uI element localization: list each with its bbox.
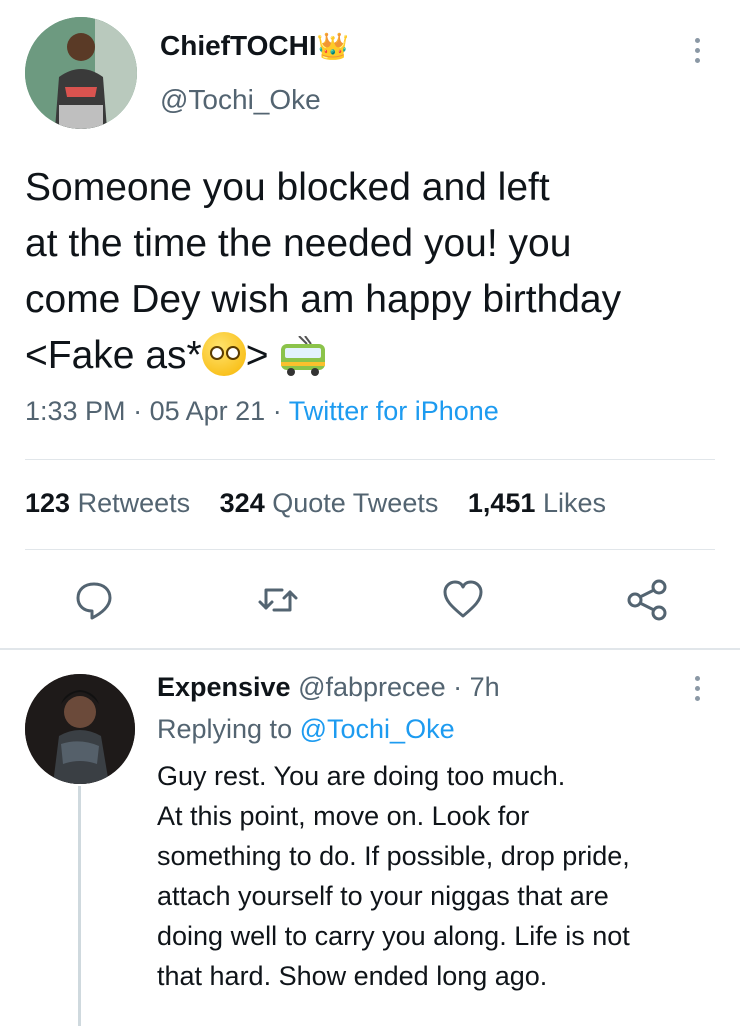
- quote-tweets-stat[interactable]: 324 Quote Tweets: [220, 488, 461, 518]
- reply-text: Guy rest. You are doing too much. At thi…: [157, 756, 727, 996]
- thread-line: [78, 786, 81, 1026]
- reply-author-photo: [25, 674, 135, 784]
- reply-header: Expensive @fabprecee · 7h: [157, 672, 500, 703]
- meta-separator: ·: [272, 396, 282, 426]
- likes-stat[interactable]: 1,451 Likes: [468, 488, 628, 518]
- share-icon[interactable]: [625, 578, 669, 622]
- more-options-icon[interactable]: [695, 38, 703, 68]
- tweet-meta: 1:33 PM · 05 Apr 21 · Twitter for iPhone: [25, 396, 499, 427]
- like-icon[interactable]: [441, 578, 485, 622]
- replying-to: Replying to @Tochi_Oke: [157, 714, 455, 744]
- author-photo: [25, 17, 137, 129]
- replying-to-mention[interactable]: @Tochi_Oke: [300, 714, 455, 744]
- author-display-name[interactable]: ChiefTOCHI👑: [160, 30, 349, 62]
- reply-text-line: something to do. If possible, drop pride…: [157, 841, 630, 871]
- tweet-source-link[interactable]: Twitter for iPhone: [289, 396, 499, 426]
- tweet-time: 1:33 PM: [25, 396, 126, 426]
- reply-age: 7h: [469, 672, 500, 702]
- reply-display-name[interactable]: Expensive: [157, 672, 291, 702]
- reply-text-line: At this point, move on. Look for: [157, 801, 530, 831]
- tweet-text-line: come Dey wish am happy birthday: [25, 278, 622, 321]
- eye-roll-emoji-icon: [201, 332, 246, 376]
- divider: [25, 549, 715, 550]
- reply-text-line: Guy rest. You are doing too much.: [157, 761, 566, 791]
- crown-emoji: 👑: [316, 31, 349, 61]
- reply-more-options-icon[interactable]: [695, 676, 703, 706]
- trolleybus-emoji-icon: [279, 335, 327, 376]
- reply-separator: ·: [453, 672, 463, 702]
- reply-text-line: doing well to carry you along. Life is n…: [157, 921, 630, 951]
- tweet-date: 05 Apr 21: [149, 396, 266, 426]
- tweet-text-line: Someone you blocked and left: [25, 166, 550, 209]
- author-avatar[interactable]: [25, 17, 137, 129]
- tweet-text: Someone you blocked and left at the time…: [25, 160, 725, 384]
- reply-handle[interactable]: @fabprecee: [298, 672, 446, 702]
- retweets-stat[interactable]: 123 Retweets: [25, 488, 212, 518]
- meta-separator: ·: [133, 396, 143, 426]
- section-separator: [0, 648, 740, 650]
- reply-text-line: attach yourself to your niggas that are: [157, 881, 609, 911]
- tweet-stats: 123 Retweets 324 Quote Tweets 1,451 Like…: [25, 488, 628, 519]
- author-handle[interactable]: @Tochi_Oke: [160, 84, 321, 116]
- reply-icon[interactable]: [72, 578, 116, 622]
- divider: [25, 459, 715, 460]
- reply-author-avatar[interactable]: [25, 674, 135, 784]
- reply-text-line: that hard. Show ended long ago.: [157, 961, 548, 991]
- tweet-text-line: at the time the needed you! you: [25, 222, 572, 265]
- retweet-icon[interactable]: [256, 578, 300, 622]
- tweet-text-line: <Fake as* >: [25, 328, 725, 384]
